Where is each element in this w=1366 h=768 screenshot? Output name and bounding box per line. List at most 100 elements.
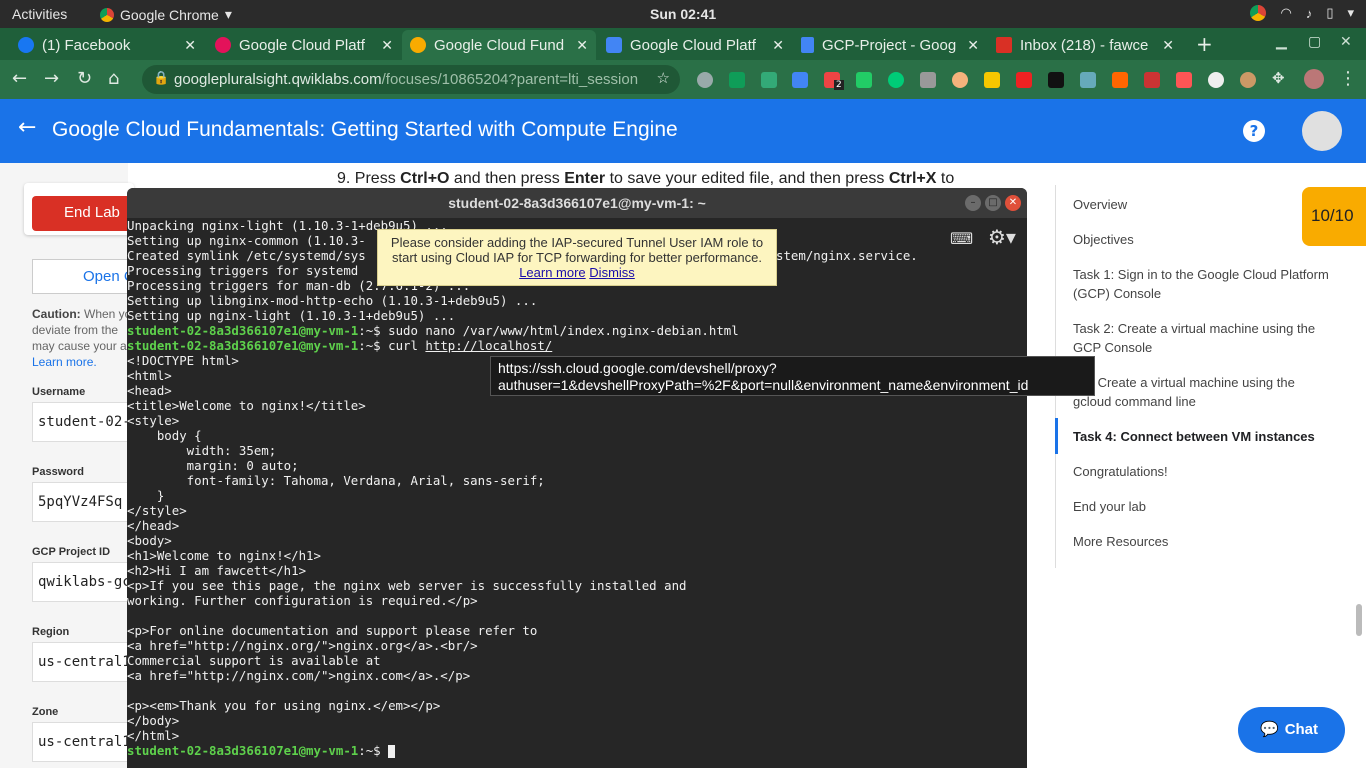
maximize-button[interactable]: □	[985, 195, 1001, 211]
maximize-button[interactable]: ▢	[1308, 34, 1321, 50]
reload-icon[interactable]: ↻	[77, 68, 92, 89]
close-icon[interactable]: ✕	[1162, 37, 1174, 54]
check-icon[interactable]	[856, 72, 872, 88]
avatar[interactable]	[1302, 111, 1342, 151]
tab-inbox[interactable]: Inbox (218) - fawce ✕	[988, 30, 1182, 60]
kebab-menu-icon[interactable]: ⋮	[1339, 68, 1357, 89]
learn-more-link[interactable]: Learn more.	[32, 355, 97, 369]
outline-item-overview[interactable]: Overview	[1073, 195, 1333, 214]
scrollbar-thumb[interactable]	[1356, 604, 1362, 636]
extension-icon[interactable]	[984, 72, 1000, 88]
close-icon[interactable]: ✕	[576, 37, 588, 54]
tab-google-cloud-platform[interactable]: Google Cloud Platf ✕	[207, 30, 401, 60]
step-text: 9. Press	[337, 170, 401, 187]
close-icon[interactable]: ✕	[184, 37, 196, 54]
extension-icon[interactable]	[1080, 72, 1096, 88]
terminal-title-bar[interactable]: student-02-8a3d366107e1@my-vm-1: ~	[127, 188, 1027, 218]
close-icon[interactable]: ✕	[772, 37, 784, 54]
extension-icon[interactable]	[1016, 72, 1032, 88]
system-tray[interactable]: ◠ ♪ ▯ ▾	[1250, 5, 1354, 21]
address-bar[interactable]: 🔒 googlepluralsight.qwiklabs.com/focuses…	[142, 65, 680, 94]
chat-button[interactable]: 💬 Chat	[1238, 707, 1345, 753]
zone-field[interactable]: us-central1	[32, 722, 132, 762]
end-lab-button[interactable]: End Lab	[32, 196, 137, 231]
extension-icon[interactable]	[1144, 72, 1160, 88]
tab-google-cloud-fundamentals[interactable]: Google Cloud Fund ✕	[402, 30, 596, 60]
password-label: Password	[32, 466, 84, 478]
terminal-link[interactable]: http://localhost/	[425, 338, 552, 353]
clock[interactable]: Sun 02:41	[650, 6, 716, 22]
chrome-tray-icon[interactable]	[1250, 5, 1267, 21]
tab-gcp-project-doc[interactable]: GCP-Project - Goog ✕	[793, 30, 987, 60]
wifi-icon[interactable]: ◠	[1280, 5, 1291, 21]
close-window-button[interactable]: ✕	[1340, 34, 1352, 50]
bookmark-star-icon[interactable]: ☆	[657, 69, 670, 87]
outline-item-task-2[interactable]: Task 2: Create a virtual machine using t…	[1073, 319, 1333, 357]
terminal-text: <a href="http://nginx.org/">nginx.org</a…	[127, 638, 478, 653]
new-tab-button[interactable]: +	[1196, 32, 1213, 56]
extension-icon[interactable]	[1208, 72, 1224, 88]
close-button[interactable]: ✕	[1005, 195, 1021, 211]
app-name: Google Chrome	[120, 6, 219, 23]
forward-arrow-icon[interactable]: →	[44, 68, 59, 89]
terminal-text: <h1>Welcome to nginx!</h1>	[127, 548, 321, 563]
extension-icon[interactable]	[952, 72, 968, 88]
activities-button[interactable]: Activities	[12, 6, 67, 22]
close-icon[interactable]: ✕	[967, 37, 979, 54]
outline-item-congratulations[interactable]: Congratulations!	[1073, 462, 1333, 481]
google-drive-icon[interactable]	[729, 72, 745, 88]
battery-icon[interactable]: ▯	[1326, 5, 1333, 21]
extension-icon[interactable]	[1112, 72, 1128, 88]
extension-icon[interactable]	[888, 72, 904, 88]
back-arrow-icon[interactable]: ←	[12, 68, 27, 89]
cookie-icon[interactable]	[1240, 72, 1256, 88]
outline-item-task-1[interactable]: Task 1: Sign in to the Google Cloud Plat…	[1073, 265, 1333, 303]
minimize-button[interactable]: ▁	[1276, 34, 1287, 50]
app-menu[interactable]: Google Chrome ▾	[100, 6, 232, 23]
puzzle-icon[interactable]: ✥	[1272, 69, 1285, 87]
terminal-text: <p>If you see this page, the nginx web s…	[127, 578, 687, 593]
terminal-text: <body>	[127, 533, 172, 548]
terminal-line: </html>	[127, 728, 1027, 743]
extension-icon[interactable]	[1176, 72, 1192, 88]
page-scrollbar[interactable]	[1352, 168, 1366, 768]
volume-icon[interactable]: ♪	[1306, 6, 1313, 21]
close-icon[interactable]: ✕	[381, 37, 393, 54]
facebook-icon	[18, 37, 34, 53]
outline-item-more-resources[interactable]: More Resources	[1073, 532, 1333, 551]
learn-more-link[interactable]: Learn more	[519, 265, 585, 280]
outline-item-end-lab[interactable]: End your lab	[1073, 497, 1333, 516]
tab-title: GCP-Project - Goog	[822, 36, 957, 54]
terminal-line: <h1>Welcome to nginx!</h1>	[127, 548, 1027, 563]
calendar-icon[interactable]	[792, 72, 808, 88]
tab-google-cloud-platform-2[interactable]: Google Cloud Platf ✕	[598, 30, 792, 60]
extension-icon[interactable]	[697, 72, 713, 88]
help-icon[interactable]: ?	[1243, 120, 1265, 142]
extension-icon[interactable]	[1048, 72, 1064, 88]
terminal-text: <p><em>Thank you for using nginx.</em></…	[127, 698, 441, 713]
outline-item-objectives[interactable]: Objectives	[1073, 230, 1333, 249]
extension-icon[interactable]	[920, 72, 936, 88]
extension-icon[interactable]	[761, 72, 777, 88]
project-id-field[interactable]: qwiklabs-gc	[32, 562, 132, 602]
gear-icon[interactable]: ⚙▾	[988, 225, 1016, 249]
dismiss-link[interactable]: Dismiss	[589, 265, 635, 280]
terminal-line: <p>For online documentation and support …	[127, 623, 1027, 638]
tab-facebook[interactable]: (1) Facebook ✕	[10, 30, 204, 60]
power-menu-icon[interactable]: ▾	[1347, 5, 1354, 21]
open-console-button[interactable]: Open C	[32, 259, 137, 294]
terminal-output[interactable]: Unpacking nginx-light (1.10.3-1+deb9u5) …	[127, 218, 1027, 758]
terminal-text: sudo nano /var/www/html/index.nginx-debi…	[388, 323, 739, 338]
username-field[interactable]: student-02-	[32, 402, 132, 442]
back-arrow-icon[interactable]: ←	[18, 115, 36, 140]
outline-item-task-3[interactable]: k 3: Create a virtual machine using the …	[1073, 373, 1333, 411]
home-icon[interactable]: ⌂	[108, 68, 119, 89]
region-field[interactable]: us-central1	[32, 642, 132, 682]
password-field[interactable]: 5pqYVz4FSq	[32, 482, 132, 522]
outline-item-task-4[interactable]: Task 4: Connect between VM instances	[1073, 427, 1333, 446]
minimize-button[interactable]: –	[965, 195, 981, 211]
tab-title: Google Cloud Fund	[434, 36, 565, 54]
keyboard-icon[interactable]: ⌨	[950, 229, 973, 248]
profile-avatar[interactable]	[1304, 69, 1324, 89]
